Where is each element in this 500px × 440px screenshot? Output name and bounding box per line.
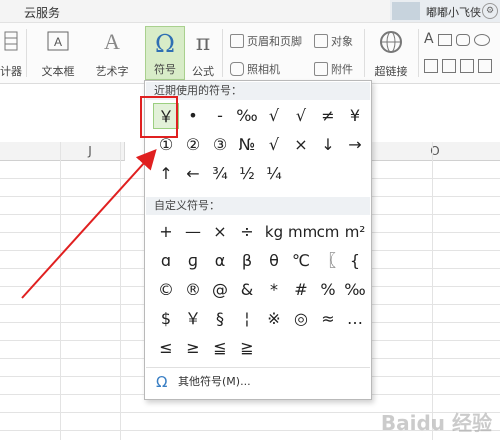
- watermark: Baidu 经验: [380, 411, 492, 435]
- annotation-arrow: [21, 149, 157, 299]
